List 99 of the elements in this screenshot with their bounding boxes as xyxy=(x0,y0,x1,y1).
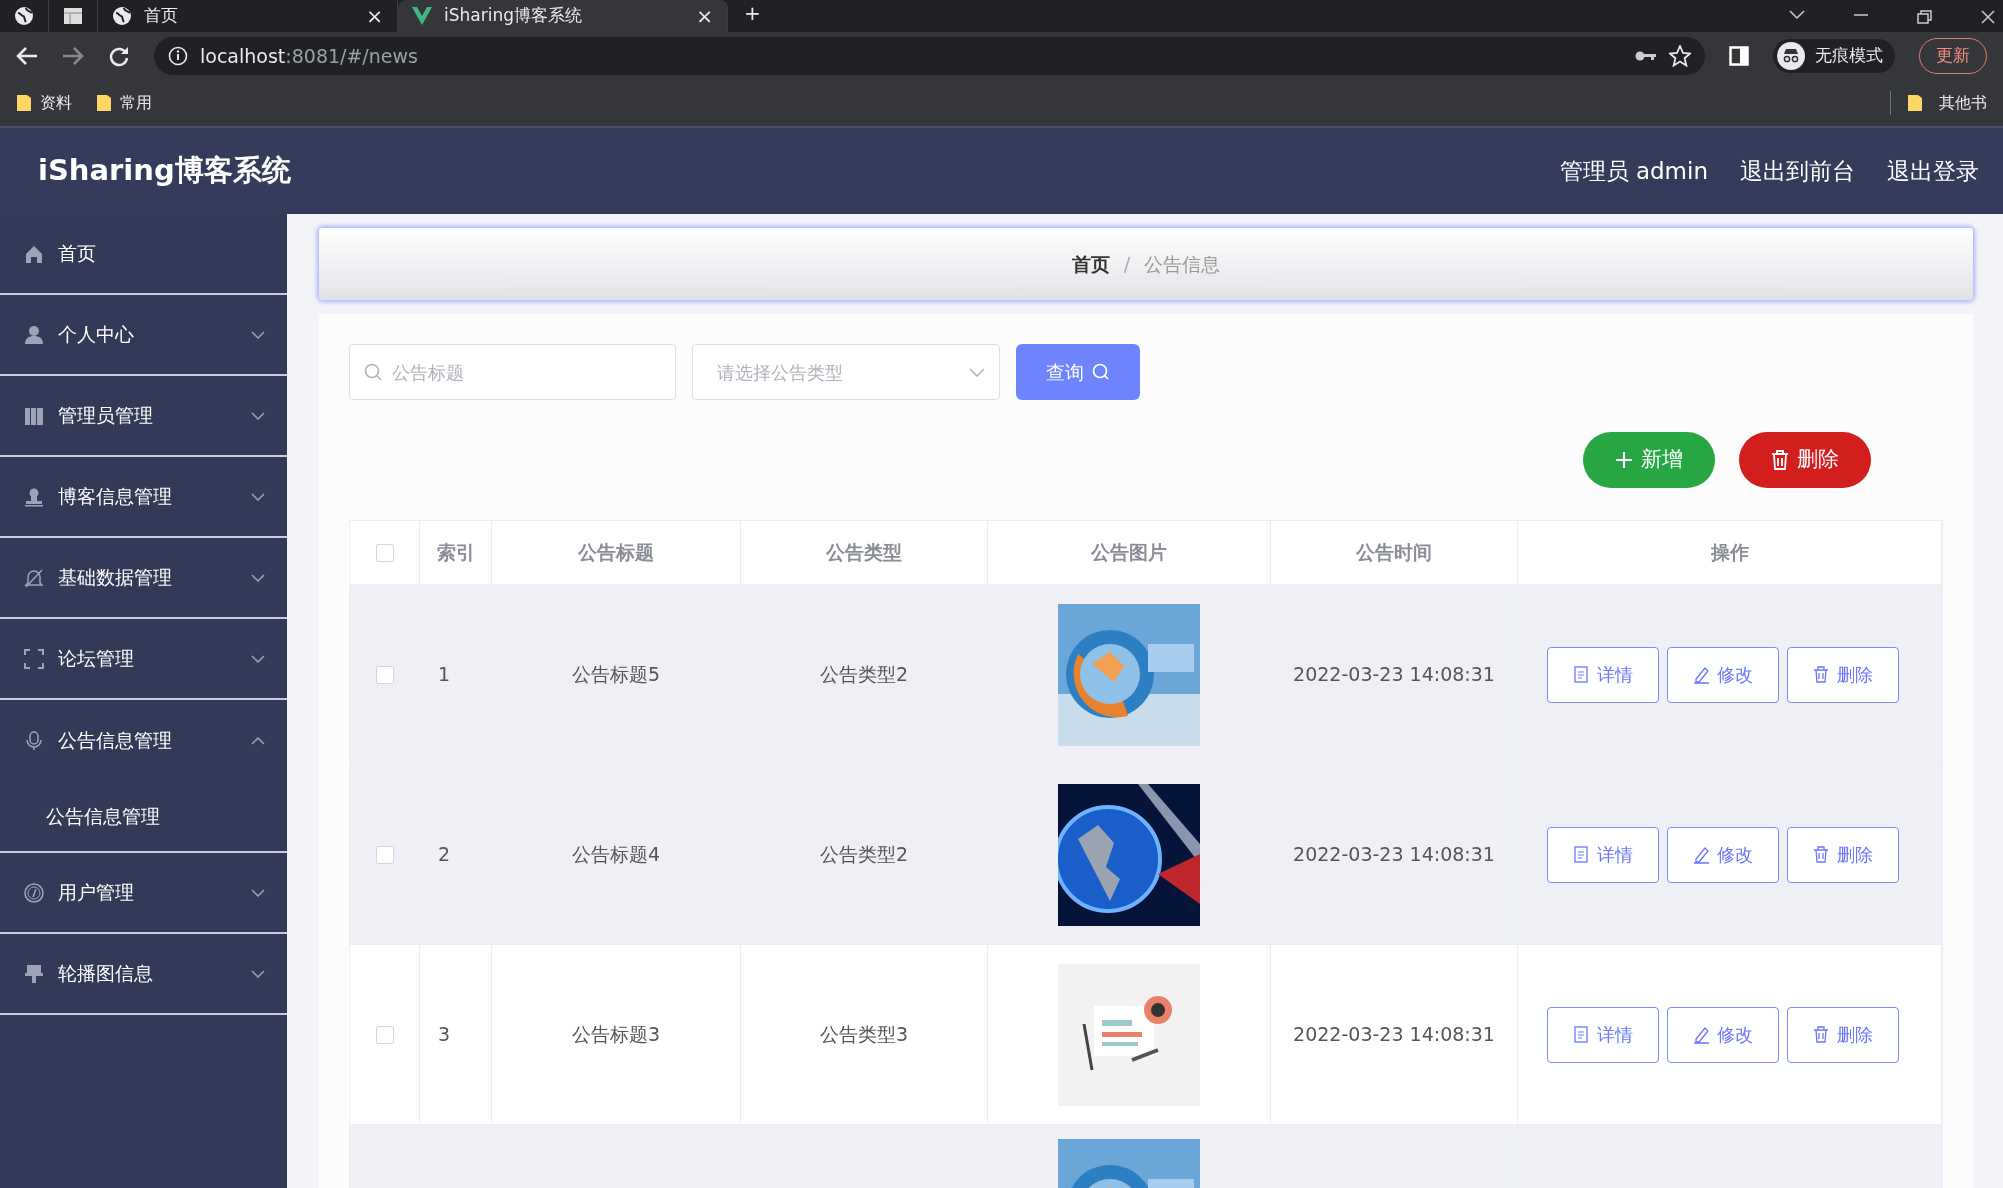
vue-logo-icon xyxy=(412,7,432,25)
pencil-icon xyxy=(1692,1025,1709,1044)
close-icon[interactable] xyxy=(1981,10,1995,24)
document-icon xyxy=(1572,665,1589,684)
table-cell-text: 2 xyxy=(438,842,451,868)
person-icon xyxy=(24,324,44,345)
plus-icon xyxy=(1615,451,1633,469)
table-cell-text: 2022-03-23 14:08:31 xyxy=(1293,842,1495,868)
globe-icon xyxy=(112,6,132,26)
sidebar-item[interactable]: 基础数据管理 xyxy=(0,538,287,619)
row-delete-button[interactable]: 删除 xyxy=(1786,826,1899,883)
star-icon[interactable] xyxy=(1669,45,1691,67)
edit-button[interactable]: 修改 xyxy=(1666,646,1779,703)
row-delete-button[interactable]: 删除 xyxy=(1786,1006,1899,1063)
app-title: iSharing博客系统 xyxy=(37,152,291,190)
frame-icon xyxy=(24,648,44,669)
detail-button[interactable]: 详情 xyxy=(1546,646,1659,703)
address-bar[interactable]: localhost:8081/#/news xyxy=(154,37,1705,75)
breadcrumb-current: 公告信息 xyxy=(1144,251,1221,277)
sidebar-item[interactable]: 轮播图信息 xyxy=(0,934,287,1015)
url-text: localhost:8081/#/news xyxy=(200,43,418,69)
microphone-icon xyxy=(24,730,44,751)
search-icon xyxy=(1092,363,1110,381)
folder-icon xyxy=(1907,94,1923,112)
type-dropdown[interactable]: 请选择公告类型 xyxy=(692,344,1000,400)
sidebar-item[interactable]: 管理员管理 xyxy=(0,376,287,457)
bell-off-icon xyxy=(24,567,44,588)
breadcrumb-separator: / xyxy=(1123,251,1131,277)
folder-icon xyxy=(16,94,32,112)
info-icon xyxy=(168,46,188,66)
header-link[interactable]: 退出到前台 xyxy=(1740,153,1855,189)
grid-icon xyxy=(63,7,83,25)
forward-arrow-icon[interactable] xyxy=(62,46,84,66)
back-arrow-icon[interactable] xyxy=(16,46,38,66)
brush-icon xyxy=(24,963,44,984)
table-cell-text: 公告类型3 xyxy=(819,1022,909,1048)
trash-icon xyxy=(1771,450,1789,470)
chevron-down-icon xyxy=(969,367,985,377)
search-box[interactable]: 公告标题 xyxy=(349,344,676,400)
stamp-icon xyxy=(24,486,44,507)
table-cell-text: 公告标题4 xyxy=(571,842,661,868)
table-cell-text: 公告标题3 xyxy=(571,1022,661,1048)
close-tab-button[interactable]: × xyxy=(696,1,713,31)
breadcrumb-link[interactable]: 首页 xyxy=(1071,249,1110,279)
sidebar-item[interactable]: 论坛管理 xyxy=(0,619,287,700)
detail-button[interactable]: 详情 xyxy=(1546,826,1659,883)
delete-button[interactable]: 删除 xyxy=(1739,432,1871,488)
bookmark[interactable]: 常用 xyxy=(120,91,152,115)
user-menu-link[interactable]: 管理员 admin xyxy=(1559,153,1708,189)
sidebar-item[interactable]: 首页 xyxy=(0,214,287,295)
table-cell-text: 公告类型2 xyxy=(819,662,909,688)
reload-icon[interactable] xyxy=(108,45,130,67)
document-icon xyxy=(1572,845,1589,864)
detail-button[interactable]: 详情 xyxy=(1546,1006,1659,1063)
select-all-checkbox[interactable] xyxy=(375,543,394,562)
document-icon xyxy=(1572,1025,1589,1044)
new-tab-button[interactable]: + xyxy=(744,0,761,28)
pencil-icon xyxy=(1692,665,1709,684)
chevron-down-icon[interactable] xyxy=(1789,10,1805,20)
sidebar-item[interactable]: 个人中心 xyxy=(0,295,287,376)
trash-icon xyxy=(1812,845,1829,864)
home-icon xyxy=(24,243,44,264)
row-delete-button[interactable]: 删除 xyxy=(1786,646,1899,703)
key-icon[interactable] xyxy=(1635,49,1657,63)
table-cell-text: 2022-03-23 14:08:31 xyxy=(1293,662,1495,688)
gauge-icon xyxy=(24,882,44,903)
close-tab-button[interactable]: × xyxy=(366,1,383,31)
table-cell-text: 3 xyxy=(438,1022,451,1048)
sidebar-subitem[interactable]: 公告信息管理 xyxy=(0,781,287,851)
table-cell-text: 1 xyxy=(438,662,451,688)
table-cell-text: 公告标题5 xyxy=(571,662,661,688)
row-checkbox[interactable] xyxy=(375,1025,394,1044)
bookmark[interactable]: 其他书 xyxy=(1939,91,1987,115)
search-field[interactable]: 公告标题 xyxy=(390,357,661,387)
trash-icon xyxy=(1812,1025,1829,1044)
row-checkbox[interactable] xyxy=(375,665,394,684)
tab-title: iSharing博客系统 xyxy=(444,4,582,28)
sidebar-item[interactable]: 博客信息管理 xyxy=(0,457,287,538)
folder-icon xyxy=(96,94,112,112)
table-cell-text: 2022-03-23 14:08:31 xyxy=(1293,1022,1495,1048)
header-link[interactable]: 退出登录 xyxy=(1887,153,1979,189)
books-icon xyxy=(24,405,44,426)
pencil-icon xyxy=(1692,845,1709,864)
table-cell-text: 公告类型2 xyxy=(819,842,909,868)
globe-icon xyxy=(14,6,34,26)
incognito-indicator[interactable]: 无痕模式 xyxy=(1773,39,1895,73)
search-icon xyxy=(364,363,382,381)
trash-icon xyxy=(1812,665,1829,684)
edit-button[interactable]: 修改 xyxy=(1666,1006,1779,1063)
sidebar-item[interactable]: 用户管理 xyxy=(0,853,287,934)
type-select[interactable]: 请选择公告类型 xyxy=(715,357,961,387)
sidebar-item[interactable]: 公告信息管理 xyxy=(0,700,287,781)
bookmark[interactable]: 资料 xyxy=(40,91,72,115)
side-panel-icon[interactable] xyxy=(1729,46,1749,66)
tab-title: 首页 xyxy=(144,4,178,28)
row-checkbox[interactable] xyxy=(375,845,394,864)
edit-button[interactable]: 修改 xyxy=(1666,826,1779,883)
restore-icon[interactable] xyxy=(1917,10,1933,24)
browser-tab[interactable]: iSharing博客系统 × xyxy=(398,0,728,32)
